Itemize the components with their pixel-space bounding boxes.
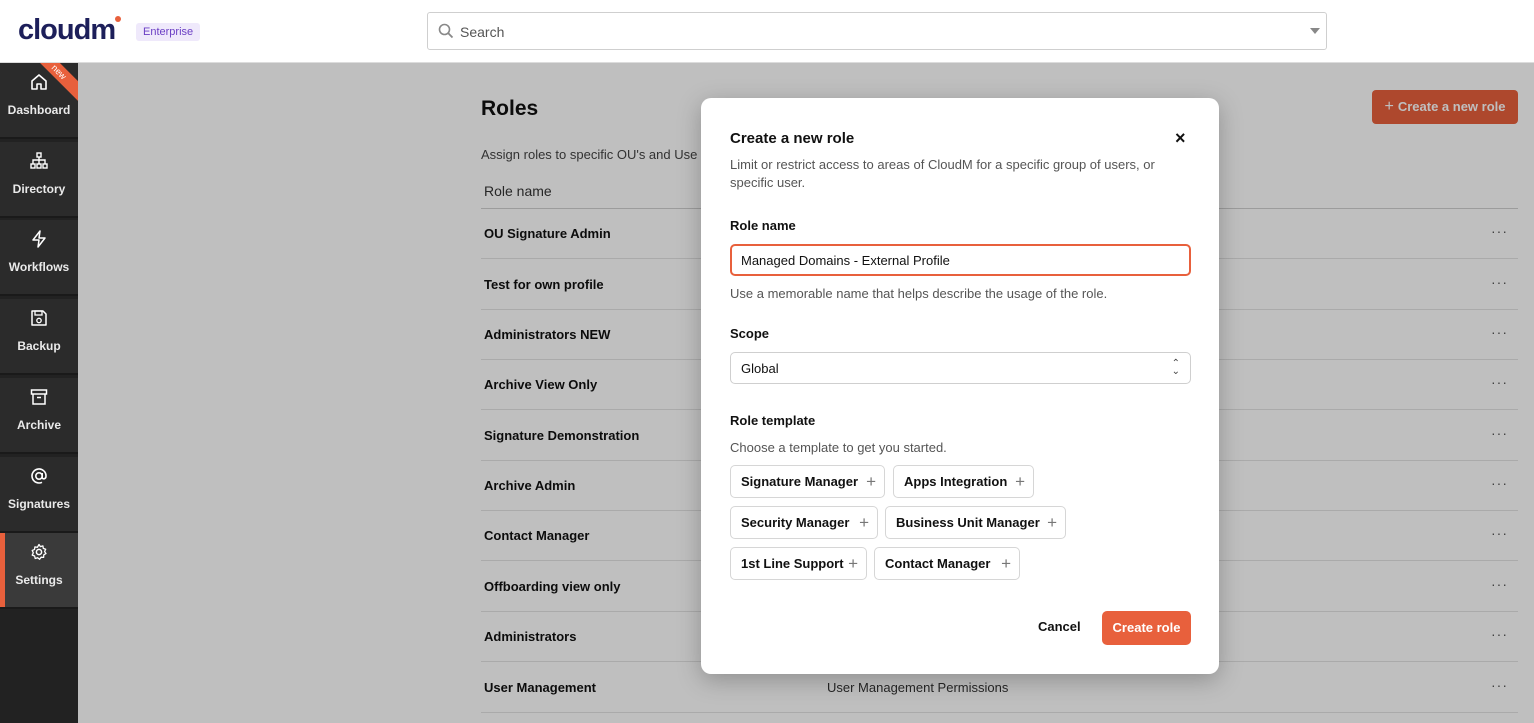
logo-text: cloudm [18,14,116,46]
updown-chevron-icon: ⌃ ⌄ [1171,358,1180,377]
plus-icon: + [1047,513,1057,532]
sidebar-item-label: Backup [17,339,61,353]
template-chip-contact-manager[interactable]: Contact Manager + [874,547,1020,580]
role-template-label: Role template [730,413,816,428]
plus-icon: + [1001,554,1011,573]
scope-label: Scope [730,326,770,341]
search-dropdown-icon[interactable] [1310,28,1320,34]
lightning-icon [32,230,46,248]
role-name-input[interactable]: Managed Domains - External Profile [730,244,1191,276]
sidebar: Dashboard new Directory Workflows Backup… [0,63,78,723]
chip-label: Security Manager [741,515,850,530]
gear-icon [31,543,47,560]
new-ribbon: new [38,63,78,103]
sidebar-item-label: Settings [15,573,63,587]
plus-icon: + [1015,472,1025,491]
search-icon [438,23,454,39]
chip-label: 1st Line Support [741,556,844,571]
archive-box-icon [30,389,48,405]
plus-icon: + [859,513,869,532]
chip-label: Business Unit Manager [896,515,1040,530]
sidebar-item-dashboard[interactable]: Dashboard new [0,63,78,139]
logo-dot [115,16,122,22]
sidebar-item-settings[interactable]: Settings [0,533,78,609]
active-item-background: Settings [5,533,78,607]
cancel-button[interactable]: Cancel [1038,619,1081,634]
top-bar: cloudm Enterprise Search [0,0,1534,63]
sidebar-item-signatures[interactable]: Signatures [0,457,78,533]
role-name-hint: Use a memorable name that helps describe… [730,286,1108,301]
dialog-title: Create a new role [730,130,855,147]
cloudm-logo[interactable]: cloudm [18,14,122,47]
org-chart-icon [30,152,48,169]
create-role-button[interactable]: Create role [1102,611,1191,645]
chip-label: Signature Manager [741,474,859,489]
dialog-description: Limit or restrict access to areas of Clo… [730,157,1155,190]
sidebar-item-backup[interactable]: Backup [0,299,78,375]
template-chip-1st-line-support[interactable]: 1st Line Support + [730,547,867,580]
sidebar-item-label: Workflows [8,260,70,274]
sidebar-item-label: Archive [16,418,62,432]
sidebar-item-label: Directory [12,182,66,196]
sidebar-item-directory[interactable]: Directory [0,142,78,218]
sidebar-item-workflows[interactable]: Workflows [0,220,78,296]
plus-icon: + [866,472,876,491]
search-placeholder: Search [460,24,505,40]
template-chip-apps-integration[interactable]: Apps Integration + [893,465,1034,498]
sidebar-item-label: Signatures [7,497,70,511]
scope-select[interactable]: Global ⌃ ⌄ [730,352,1191,384]
search-box[interactable]: Search [427,12,1327,50]
chip-label: Contact Manager [885,556,991,571]
template-chip-business-unit-manager[interactable]: Business Unit Manager + [885,506,1066,539]
scope-value: Global [741,361,779,376]
floppy-icon [31,310,47,326]
chip-label: Apps Integration [904,474,1008,489]
close-icon[interactable]: × [1175,128,1186,149]
plus-icon: + [848,554,858,573]
at-sign-icon [31,468,47,484]
sidebar-item-archive[interactable]: Archive [0,378,78,454]
role-template-hint: Choose a template to get you started. [730,440,947,455]
role-name-label: Role name [730,218,796,233]
edition-badge: Enterprise [136,23,201,41]
sidebar-item-label: Dashboard [7,103,71,117]
template-chip-signature-manager[interactable]: Signature Manager + [730,465,885,498]
template-chip-security-manager[interactable]: Security Manager + [730,506,878,539]
new-badge: new [38,63,78,102]
create-role-dialog: Create a new role × Limit or restrict ac… [701,98,1219,674]
